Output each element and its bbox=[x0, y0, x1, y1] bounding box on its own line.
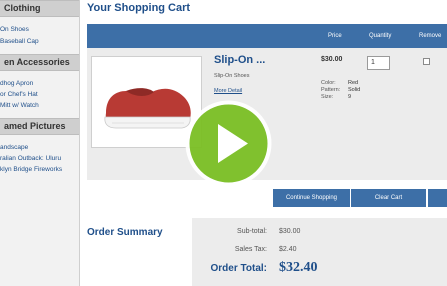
attribute-value-pattern: Solid bbox=[348, 87, 361, 93]
attribute-value-color: Red bbox=[348, 80, 359, 86]
order-total-value: $32.40 bbox=[279, 260, 318, 275]
sidebar-link-apron[interactable]: dhog Apron bbox=[0, 80, 33, 87]
column-header-quantity: Quantity bbox=[369, 33, 392, 39]
order-total-label: Order Total: bbox=[210, 263, 267, 274]
subtotal-value: $30.00 bbox=[279, 228, 301, 235]
category-header-label: Clothing bbox=[4, 3, 41, 13]
category-header-label: en Accessories bbox=[4, 57, 70, 67]
sidebar-link-baseball-cap[interactable]: Baseball Cap bbox=[0, 38, 39, 45]
remove-checkbox[interactable] bbox=[423, 58, 430, 65]
order-summary-panel bbox=[192, 218, 447, 286]
sidebar-link-chefs-hat[interactable]: or Chef's Hat bbox=[0, 91, 38, 98]
sidebar-divider bbox=[79, 0, 80, 286]
product-subtitle: Slip-On Shoes bbox=[214, 73, 250, 79]
clear-cart-button[interactable]: Clear Cart bbox=[351, 189, 426, 207]
category-sidebar: Clothing On Shoes Baseball Cap en Access… bbox=[0, 0, 80, 286]
item-price: $30.00 bbox=[321, 56, 343, 63]
product-name-link[interactable]: Slip-On ... bbox=[214, 54, 265, 66]
page-title: Your Shopping Cart bbox=[87, 2, 191, 14]
quantity-input[interactable]: 1 bbox=[367, 56, 390, 70]
sidebar-link-slip-on-shoes[interactable]: On Shoes bbox=[0, 26, 29, 33]
sales-tax-label: Sales Tax: bbox=[234, 246, 267, 253]
sidebar-link-bridge-fireworks[interactable]: klyn Bridge Fireworks bbox=[0, 166, 62, 173]
cart-table-header: Price Quantity Remove bbox=[87, 24, 447, 48]
column-header-price: Price bbox=[328, 33, 342, 39]
video-play-button[interactable] bbox=[185, 100, 272, 187]
attribute-label-color: Color: bbox=[321, 80, 336, 86]
attribute-value-size: 9 bbox=[348, 94, 352, 100]
more-details-link[interactable]: More Detail bbox=[214, 88, 242, 94]
order-summary-title: Order Summary bbox=[87, 227, 163, 238]
sidebar-link-landscape[interactable]: andscape bbox=[0, 144, 28, 151]
category-header-kitchen-accessories[interactable]: en Accessories bbox=[0, 54, 80, 71]
subtotal-label: Sub-total: bbox=[237, 228, 267, 235]
category-header-clothing[interactable]: Clothing bbox=[0, 0, 80, 17]
sidebar-link-mitt-watch[interactable]: Mitt w/ Watch bbox=[0, 102, 39, 109]
attribute-label-pattern: Pattern: bbox=[321, 87, 341, 93]
sales-tax-value: $2.40 bbox=[279, 246, 297, 253]
checkout-button[interactable] bbox=[428, 189, 447, 207]
category-header-framed-pictures[interactable]: amed Pictures bbox=[0, 118, 80, 135]
play-icon bbox=[185, 100, 272, 187]
attribute-label-size: Size: bbox=[321, 94, 334, 100]
column-header-remove: Remove bbox=[419, 33, 442, 39]
category-header-label: amed Pictures bbox=[4, 121, 66, 131]
sidebar-link-uluru[interactable]: ralian Outback: Uluru bbox=[0, 155, 61, 162]
continue-shopping-button[interactable]: Continue Shopping bbox=[273, 189, 350, 207]
